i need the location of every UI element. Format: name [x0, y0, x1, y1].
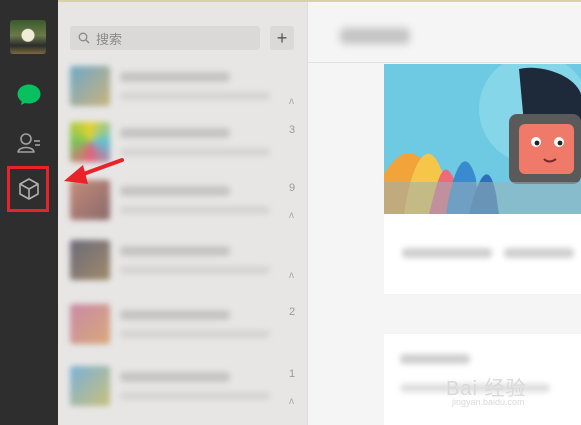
chat-avatar	[70, 180, 110, 220]
chat-preview-blurred	[120, 206, 270, 214]
mute-icon: ʌ	[289, 270, 294, 281]
chat-title-blurred	[120, 128, 230, 138]
chat-list-item[interactable]: 2	[70, 298, 296, 354]
chat-time: 3	[289, 124, 296, 136]
chat-preview-blurred	[120, 92, 270, 100]
header-divider	[308, 62, 581, 63]
chat-title-blurred	[120, 246, 230, 256]
chat-avatar	[70, 304, 110, 344]
article-title-blurred	[402, 248, 492, 258]
avatar[interactable]	[10, 20, 46, 54]
watermark-url: jingyan.baidu.com	[452, 397, 525, 407]
chat-title-blurred	[120, 72, 230, 82]
highlight-box	[7, 166, 49, 212]
search-input[interactable]: 搜索	[70, 26, 260, 50]
chat-avatar	[70, 122, 110, 162]
search-placeholder: 搜索	[96, 31, 123, 47]
nav-chat-button[interactable]	[14, 80, 44, 110]
mute-icon: ʌ	[289, 96, 294, 107]
search-icon	[78, 32, 90, 44]
chat-preview-blurred	[120, 330, 270, 338]
chat-time: 1	[289, 368, 296, 380]
left-sidebar	[0, 0, 58, 425]
chat-list-item[interactable]: 9 ʌ	[70, 174, 296, 230]
chat-avatar	[70, 240, 110, 280]
add-button[interactable]: +	[270, 26, 294, 50]
chat-time: 9	[289, 182, 296, 194]
chat-bubble-icon	[17, 84, 41, 105]
chat-list-item[interactable]: 1 ʌ	[70, 360, 296, 416]
nav-contacts-button[interactable]	[14, 128, 44, 158]
chat-list-item[interactable]: ʌ	[70, 234, 296, 290]
chat-title-blurred	[120, 310, 230, 320]
chat-preview-blurred	[120, 266, 270, 274]
contacts-icon	[17, 133, 40, 153]
article-title-blurred	[400, 354, 470, 364]
mute-icon: ʌ	[289, 396, 294, 407]
chat-title-blurred	[120, 372, 230, 382]
chat-list-item[interactable]: 3	[70, 116, 296, 172]
article-title-blurred	[504, 248, 574, 258]
mute-icon: ʌ	[289, 210, 294, 221]
article-card[interactable]	[384, 64, 581, 294]
chat-time: 2	[289, 306, 296, 318]
chat-avatar	[70, 366, 110, 406]
content-pane	[308, 2, 581, 425]
chat-title-blurred	[120, 186, 230, 196]
chat-list-panel: 搜索 + ʌ 3 9 ʌ ʌ 2 1 ʌ	[58, 2, 308, 425]
chat-preview-blurred	[120, 148, 270, 156]
chat-preview-blurred	[120, 392, 270, 400]
chat-avatar	[70, 66, 110, 106]
article-banner-image	[384, 64, 581, 214]
chat-title-blurred	[340, 28, 410, 44]
chat-list-item[interactable]: ʌ	[70, 60, 296, 116]
